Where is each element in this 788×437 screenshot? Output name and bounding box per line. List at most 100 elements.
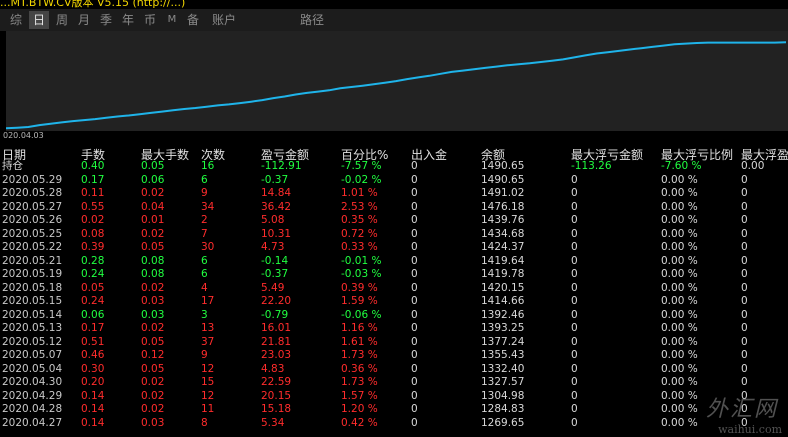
watermark-url: waihui.com: [718, 423, 782, 436]
tab-note[interactable]: 备: [183, 11, 203, 29]
table-cell: 0.42 %: [341, 416, 378, 429]
table-cell: 2: [201, 214, 208, 226]
table-cell: 0: [411, 349, 418, 361]
table-cell: 0.36 %: [341, 362, 378, 375]
table-cell: 0.01: [141, 214, 165, 226]
table-row[interactable]: 2020.05.15 0.24 0.03 17 22.20 1.59 % 0 1414.66 0…: [0, 295, 788, 308]
table-row[interactable]: 2020.05.18 0.05 0.02 4 5.49 0.39 % 0 1420.15 0 0.…: [0, 282, 788, 295]
table-row[interactable]: 2020.04.28 0.14 0.02 11 15.18 1.20 % 0 1284.83 0…: [0, 403, 788, 416]
tab-yearly[interactable]: 年: [118, 11, 138, 29]
column-header[interactable]: 最大浮亏比例: [661, 146, 733, 162]
equity-chart: [6, 31, 788, 131]
table-cell: 0.02: [141, 322, 165, 334]
table-cell: 2020.05.25: [2, 227, 63, 240]
tab-quarterly[interactable]: 季: [96, 11, 116, 29]
table-cell: 2020.05.04: [2, 362, 63, 375]
table-cell: 0.02: [141, 187, 165, 199]
table-row[interactable]: 2020.05.19 0.24 0.08 6 -0.37 -0.03 % 0 1419.78 0…: [0, 268, 788, 281]
table-cell: 0.08: [141, 254, 165, 267]
table-cell: 0.17: [81, 322, 105, 334]
table-row[interactable]: 2020.05.22 0.39 0.05 30 4.73 0.33 % 0 1424.37 0 0…: [0, 241, 788, 254]
tab-overview[interactable]: 综: [6, 11, 26, 29]
table-row[interactable]: 2020.05.14 0.06 0.03 3 -0.79 -0.06 % 0 1392.46 0…: [0, 309, 788, 322]
table-cell: 0.00: [741, 160, 765, 172]
table-cell: 0: [741, 308, 748, 321]
holding-row[interactable]: 持仓 0.40 0.05 16 -112.91 -7.57 % 0 1490.65 -113.2…: [0, 160, 788, 173]
tab-path[interactable]: 路径: [296, 11, 328, 29]
column-header[interactable]: 最大手数: [141, 146, 189, 162]
table-cell: 22.20: [261, 295, 292, 307]
table-cell: 4.73: [261, 241, 285, 253]
column-header[interactable]: 最大浮盈: [741, 146, 788, 162]
table-cell: 0.00 %: [661, 254, 698, 267]
table-cell: 0.00 %: [661, 376, 698, 388]
table-cell: 0.05: [141, 241, 165, 253]
column-header[interactable]: 最大浮亏金额: [571, 146, 643, 162]
table-cell: 0: [411, 389, 418, 402]
table-cell: 2.53 %: [341, 200, 378, 213]
tab-m[interactable]: M: [164, 11, 180, 29]
column-header[interactable]: 出入金: [411, 146, 447, 162]
table-cell: 0: [571, 335, 578, 348]
table-cell: 0.02: [141, 376, 165, 388]
table-cell: 0: [571, 254, 578, 267]
tab-daily[interactable]: 日: [29, 11, 49, 29]
table-cell: -0.02 %: [341, 173, 382, 186]
table-cell: 1434.68: [481, 227, 525, 240]
column-header[interactable]: 盈亏金额: [261, 146, 309, 162]
table-cell: 0: [411, 173, 418, 186]
table-cell: 1332.40: [481, 362, 525, 375]
table-cell: -112.91: [261, 160, 302, 172]
table-cell: 0: [411, 214, 418, 226]
table-cell: 2020.05.27: [2, 200, 63, 213]
table-row[interactable]: 2020.05.27 0.55 0.04 34 36.42 2.53 % 0 1476.18 0…: [0, 201, 788, 214]
table-cell: 0: [411, 376, 418, 388]
table-cell: 0: [741, 254, 748, 267]
table-cell: 1355.43: [481, 349, 525, 361]
tab-bar: 综 日 周 月 季 年 币 M 备 账户 路径: [0, 9, 788, 31]
table-cell: 1490.65: [481, 173, 525, 186]
table-row[interactable]: 2020.04.29 0.14 0.02 12 20.15 1.57 % 0 1304.98 0…: [0, 390, 788, 403]
table-cell: 0.00 %: [661, 173, 698, 186]
table-row[interactable]: 2020.05.25 0.08 0.02 7 10.31 0.72 % 0 1434.68 0 0…: [0, 228, 788, 241]
table-row[interactable]: 2020.05.21 0.28 0.08 6 -0.14 -0.01 % 0 1419.64 0…: [0, 255, 788, 268]
table-cell: 11: [201, 403, 215, 415]
tab-monthly[interactable]: 月: [74, 11, 94, 29]
table-cell: -0.79: [261, 308, 289, 321]
table-row[interactable]: 2020.05.04 0.30 0.05 12 4.83 0.36 % 0 1332.40 0 0…: [0, 363, 788, 376]
table-cell: 8: [201, 416, 208, 429]
table-cell: 0.39: [81, 241, 105, 253]
table-row[interactable]: 2020.05.13 0.17 0.02 13 16.01 1.16 % 0 1393.25 0…: [0, 322, 788, 335]
table-cell: 0: [571, 322, 578, 334]
table-cell: 1.59 %: [341, 295, 378, 307]
table-cell: 0.00 %: [661, 389, 698, 402]
table-cell: 1.73 %: [341, 349, 378, 361]
table-row[interactable]: 2020.05.12 0.51 0.05 37 21.81 1.61 % 0 1377.24 0…: [0, 336, 788, 349]
table-cell: 0: [571, 362, 578, 375]
table-cell: 0.11: [81, 187, 105, 199]
table-cell: 0.40: [81, 160, 105, 172]
column-header[interactable]: 余额: [481, 146, 505, 162]
table-row[interactable]: 2020.04.27 0.14 0.03 8 5.34 0.42 % 0 1269.65 0 0.…: [0, 417, 788, 430]
column-header[interactable]: 日期: [2, 146, 26, 162]
table-cell: -0.14: [261, 254, 289, 267]
table-cell: 0: [411, 254, 418, 267]
equity-chart-svg: [6, 41, 787, 130]
table-cell: 3: [201, 308, 208, 321]
table-cell: 1284.83: [481, 403, 525, 415]
column-header[interactable]: 手数: [81, 146, 105, 162]
table-cell: -0.01 %: [341, 254, 382, 267]
table-row[interactable]: 2020.05.29 0.17 0.06 6 -0.37 -0.02 % 0 1490.65 0…: [0, 174, 788, 187]
table-row[interactable]: 2020.05.07 0.46 0.12 9 23.03 1.73 % 0 1355.43 0 0…: [0, 349, 788, 362]
tab-weekly[interactable]: 周: [52, 11, 72, 29]
column-header[interactable]: 次数: [201, 146, 225, 162]
table-row[interactable]: 2020.05.26 0.02 0.01 2 5.08 0.35 % 0 1439.76 0 0.…: [0, 214, 788, 227]
table-row[interactable]: 2020.05.28 0.11 0.02 9 14.84 1.01 % 0 1491.02 0 0…: [0, 187, 788, 200]
tab-currency[interactable]: 币: [140, 11, 160, 29]
table-cell: 0.08: [141, 268, 165, 280]
column-header[interactable]: 百分比%: [341, 146, 388, 162]
table-cell: 0.00 %: [661, 335, 698, 348]
table-row[interactable]: 2020.04.30 0.20 0.02 15 22.59 1.73 % 0 1327.57 0…: [0, 376, 788, 389]
table-cell: 0.00 %: [661, 214, 698, 226]
tab-account[interactable]: 账户: [208, 11, 240, 29]
